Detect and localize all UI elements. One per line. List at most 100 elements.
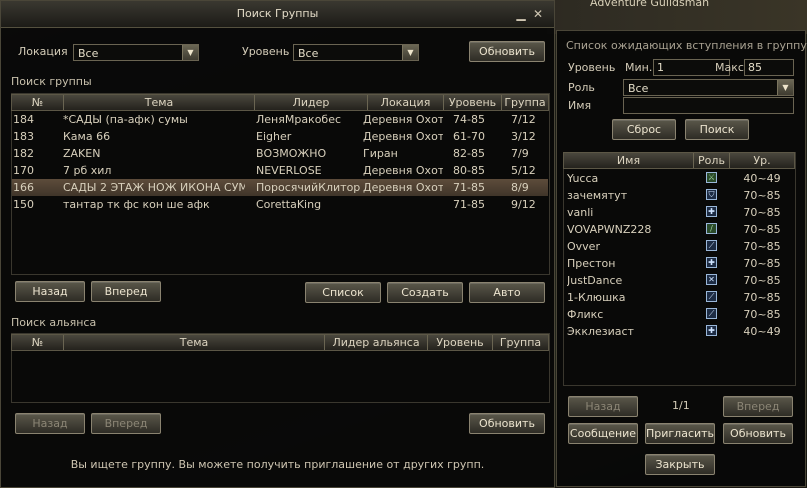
location-select[interactable]: Все ▼ bbox=[73, 44, 199, 61]
cell-level: 70~85 bbox=[743, 308, 781, 321]
staff-icon: ⟋ bbox=[706, 308, 717, 319]
cell-leader: CorettaKing bbox=[256, 198, 322, 211]
waiting-refresh-button[interactable]: Обновить bbox=[723, 423, 793, 444]
cell-name: Экклезиаст bbox=[567, 325, 634, 338]
column-level[interactable]: Уровень bbox=[444, 95, 502, 110]
column-topic[interactable]: Тема bbox=[64, 95, 255, 110]
cell-level: 71-85 bbox=[453, 181, 485, 194]
party-forward-button[interactable]: Вперед bbox=[91, 281, 161, 302]
cell-name: JustDance bbox=[567, 274, 623, 287]
cell-group: 8/9 bbox=[511, 181, 529, 194]
location-select-value: Все bbox=[78, 47, 99, 60]
waiting-forward-button[interactable]: Вперед bbox=[723, 396, 793, 417]
cell-name: 1-Клюшка bbox=[567, 291, 626, 304]
waiting-table-row[interactable]: Yucca ⚔ 40~49 bbox=[564, 170, 794, 187]
column-group[interactable]: Группа bbox=[493, 335, 548, 350]
message-button[interactable]: Сообщение bbox=[568, 423, 638, 444]
waiting-back-button[interactable]: Назад bbox=[568, 396, 638, 417]
column-number[interactable]: № bbox=[12, 335, 64, 350]
invite-button[interactable]: Пригласить bbox=[645, 423, 715, 444]
column-topic[interactable]: Тема bbox=[64, 335, 325, 350]
cell-level: 70~85 bbox=[743, 257, 781, 270]
cell-group: 3/12 bbox=[511, 130, 536, 143]
column-leader[interactable]: Лидер bbox=[255, 95, 368, 110]
column-alliance-leader[interactable]: Лидер альянса bbox=[325, 335, 428, 350]
party-table-row[interactable]: 170 7 рб хил NEVERLOSE Деревня Охотн 80-85 5/… bbox=[12, 162, 548, 179]
cell-leader: ЛеняМракобес bbox=[256, 113, 342, 126]
window-title: Поиск Группы bbox=[236, 7, 319, 20]
chevron-down-icon[interactable]: ▼ bbox=[777, 80, 793, 95]
party-table-row[interactable]: 166 САДЫ 2 ЭТАЖ НОЖ ИКОНА СУМС ПоросячийКл… bbox=[12, 179, 548, 196]
cell-topic: 7 рб хил bbox=[63, 164, 112, 177]
level-select[interactable]: Все ▼ bbox=[293, 44, 419, 61]
waiting-table-row[interactable]: Экклезиаст ✚ 40~49 bbox=[564, 323, 794, 340]
column-level[interactable]: Ур. bbox=[730, 153, 794, 168]
cell-number: 184 bbox=[13, 113, 34, 126]
reset-button[interactable]: Сброс bbox=[612, 119, 676, 140]
min-level-label: Мин. bbox=[625, 61, 653, 74]
page-indicator: 1/1 bbox=[672, 399, 690, 412]
sword-icon: / bbox=[706, 223, 717, 234]
cell-level: 71-85 bbox=[453, 198, 485, 211]
cell-level: 40~49 bbox=[743, 172, 781, 185]
max-level-input[interactable] bbox=[744, 59, 794, 76]
alliance-refresh-button[interactable]: Обновить bbox=[469, 413, 545, 434]
alliance-section-label: Поиск альянса bbox=[11, 316, 97, 329]
background-npc-caption: Adventure Guildsman bbox=[590, 0, 710, 9]
alliance-table-header: № Тема Лидер альянса Уровень Группа bbox=[11, 334, 549, 351]
party-table-row[interactable]: 150 тантар тк фс кон ше афк CorettaKing 71-… bbox=[12, 196, 548, 213]
party-search-titlebar[interactable]: Поиск Группы ▁ ✕ bbox=[1, 1, 554, 28]
cell-number: 182 bbox=[13, 147, 34, 160]
chevron-down-icon[interactable]: ▼ bbox=[182, 45, 198, 60]
name-input[interactable] bbox=[623, 97, 794, 114]
waiting-table-row[interactable]: JustDance ✕ 70~85 bbox=[564, 272, 794, 289]
waiting-table-row[interactable]: VOVAPWNZ228 / 70~85 bbox=[564, 221, 794, 238]
cell-location: Деревня Охотн bbox=[363, 113, 443, 126]
party-search-window: Поиск Группы ▁ ✕ Локация Все ▼ Уровень В… bbox=[0, 0, 555, 488]
column-role[interactable]: Роль bbox=[694, 153, 730, 168]
party-table-row[interactable]: 183 Кама 66 Eigher Деревня Охотн 61-70 3/12 bbox=[12, 128, 548, 145]
waiting-table-row[interactable]: зачемятут ⛉ 70~85 bbox=[564, 187, 794, 204]
cell-location: Деревня Охотн bbox=[363, 181, 443, 194]
staff-icon: ⟋ bbox=[706, 291, 717, 302]
crossed-swords-icon: ✕ bbox=[706, 274, 717, 285]
cell-level: 70~85 bbox=[743, 206, 781, 219]
cell-level: 70~85 bbox=[743, 274, 781, 287]
alliance-back-button[interactable]: Назад bbox=[15, 413, 85, 434]
level-select-value: Все bbox=[298, 47, 319, 60]
party-table-header: № Тема Лидер Локация Уровень Группа bbox=[11, 94, 549, 111]
refresh-button[interactable]: Обновить bbox=[469, 41, 545, 62]
close-button[interactable]: Закрыть bbox=[645, 454, 715, 475]
waiting-list-window: Список ожидающих вступления в группу Уро… bbox=[556, 30, 807, 487]
waiting-table-row[interactable]: Престон ✚ 70~85 bbox=[564, 255, 794, 272]
close-icon[interactable]: ✕ bbox=[531, 7, 545, 21]
column-level[interactable]: Уровень bbox=[428, 335, 493, 350]
role-select[interactable]: Все ▼ bbox=[623, 79, 794, 96]
cell-level: 70~85 bbox=[743, 189, 781, 202]
create-party-button[interactable]: Создать bbox=[387, 282, 463, 303]
cell-name: Yucca bbox=[567, 172, 599, 185]
column-number[interactable]: № bbox=[12, 95, 64, 110]
search-button[interactable]: Поиск bbox=[685, 119, 749, 140]
minimize-icon[interactable]: ▁ bbox=[514, 7, 528, 21]
waiting-table-row[interactable]: Ovver ⟋ 70~85 bbox=[564, 238, 794, 255]
column-location[interactable]: Локация bbox=[368, 95, 444, 110]
column-name[interactable]: Имя bbox=[564, 153, 694, 168]
auto-button[interactable]: Авто bbox=[469, 282, 545, 303]
cell-topic: ZAKEN bbox=[63, 147, 101, 160]
column-group[interactable]: Группа bbox=[502, 95, 548, 110]
waiting-table-row[interactable]: 1-Клюшка ⟋ 70~85 bbox=[564, 289, 794, 306]
cell-group: 5/12 bbox=[511, 164, 536, 177]
cell-level: 82-85 bbox=[453, 147, 485, 160]
chevron-down-icon[interactable]: ▼ bbox=[402, 45, 418, 60]
waiting-table-row[interactable]: Фликс ⟋ 70~85 bbox=[564, 306, 794, 323]
party-table-row[interactable]: 182 ZAKEN ВОЗМОЖНО Гиран 82-85 7/9 bbox=[12, 145, 548, 162]
waiting-table-row[interactable]: vanli ✚ 70~85 bbox=[564, 204, 794, 221]
party-back-button[interactable]: Назад bbox=[15, 281, 85, 302]
alliance-forward-button[interactable]: Вперед bbox=[91, 413, 161, 434]
healer-icon: ✚ bbox=[706, 325, 717, 336]
list-button[interactable]: Список bbox=[305, 282, 381, 303]
party-table-row[interactable]: 184 *САДЫ (па-афк) сумы ЛеняМракобес Деревн… bbox=[12, 111, 548, 128]
location-label: Локация bbox=[18, 45, 68, 58]
cell-level: 74-85 bbox=[453, 113, 485, 126]
